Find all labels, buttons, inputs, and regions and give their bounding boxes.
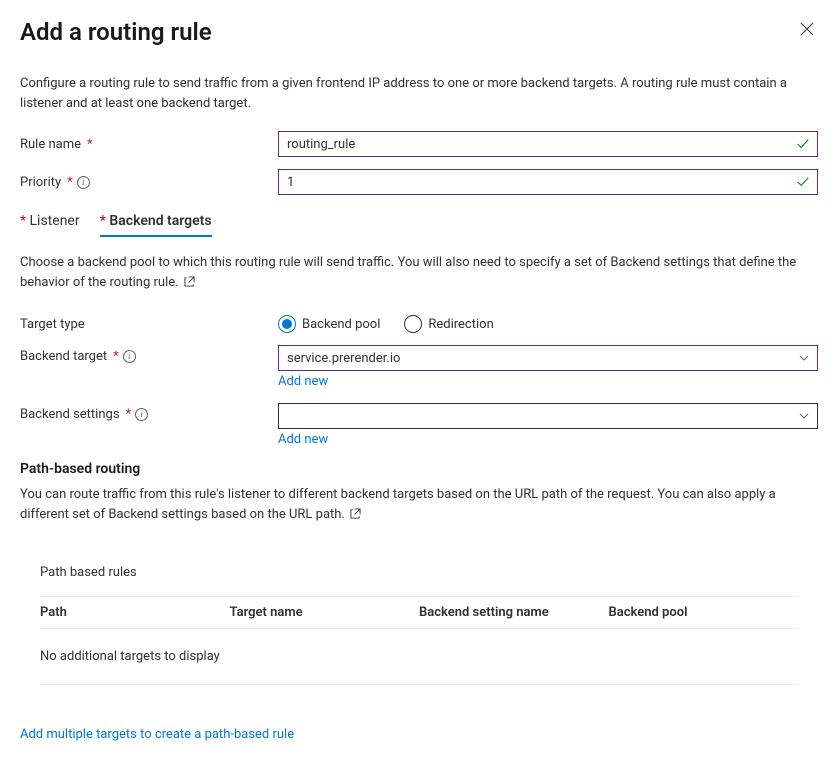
col-backend-setting-name: Backend setting name (419, 605, 609, 620)
priority-label: Priority (20, 175, 61, 190)
rule-name-label: Rule name (20, 137, 81, 152)
path-rules-table: Path Target name Backend setting name Ba… (40, 596, 798, 685)
col-path: Path (40, 605, 230, 620)
path-routing-description: You can route traffic from this rule's l… (20, 485, 818, 525)
tab-backend-targets-label: Backend targets (109, 213, 211, 229)
required-indicator: * (67, 175, 73, 190)
tab-description-text: Choose a backend pool to which this rout… (20, 255, 796, 290)
backend-target-add-new-link[interactable]: Add new (278, 374, 328, 389)
page-title: Add a routing rule (20, 18, 212, 46)
backend-target-select[interactable] (278, 345, 818, 371)
backend-settings-select[interactable] (278, 403, 818, 429)
close-icon (800, 22, 814, 36)
path-rules-box: Path based rules Path Target name Backen… (20, 547, 818, 695)
table-empty-row: No additional targets to display (40, 629, 798, 685)
path-routing-heading: Path-based routing (20, 461, 818, 477)
radio-circle-icon (278, 315, 296, 333)
tab-listener[interactable]: * Listener (20, 207, 80, 237)
required-indicator: * (113, 349, 119, 364)
info-icon[interactable]: i (123, 350, 136, 363)
radio-circle-icon (404, 315, 422, 333)
col-target-name: Target name (230, 605, 420, 620)
radio-redirection[interactable]: Redirection (404, 315, 493, 333)
path-routing-description-text: You can route traffic from this rule's l… (20, 487, 776, 522)
radio-backend-pool-label: Backend pool (302, 317, 380, 332)
tab-listener-label: Listener (30, 213, 80, 229)
empty-message: No additional targets to display (40, 637, 230, 676)
path-rules-title: Path based rules (40, 565, 798, 580)
backend-target-label: Backend target (20, 349, 107, 364)
tab-backend-targets[interactable]: * Backend targets (100, 207, 212, 237)
radio-redirection-label: Redirection (428, 317, 493, 332)
priority-input[interactable] (278, 169, 818, 195)
page-description: Configure a routing rule to send traffic… (20, 74, 818, 113)
tab-description: Choose a backend pool to which this rout… (20, 253, 818, 293)
tabs: * Listener * Backend targets (20, 207, 818, 237)
table-header-row: Path Target name Backend setting name Ba… (40, 596, 798, 629)
info-icon[interactable]: i (135, 408, 148, 421)
required-indicator: * (126, 407, 132, 422)
info-icon[interactable]: i (77, 176, 90, 189)
radio-backend-pool[interactable]: Backend pool (278, 315, 380, 333)
close-button[interactable] (796, 18, 818, 44)
add-multiple-targets-link[interactable]: Add multiple targets to create a path-ba… (20, 727, 294, 742)
target-type-radio-group: Backend pool Redirection (278, 315, 818, 333)
required-indicator: * (87, 137, 93, 152)
col-backend-pool: Backend pool (609, 605, 799, 620)
backend-settings-label: Backend settings (20, 407, 120, 422)
external-link-icon[interactable] (184, 274, 195, 294)
target-type-label: Target type (20, 317, 85, 332)
rule-name-input[interactable] (278, 131, 818, 157)
backend-settings-add-new-link[interactable]: Add new (278, 432, 328, 447)
external-link-icon[interactable] (350, 506, 361, 526)
